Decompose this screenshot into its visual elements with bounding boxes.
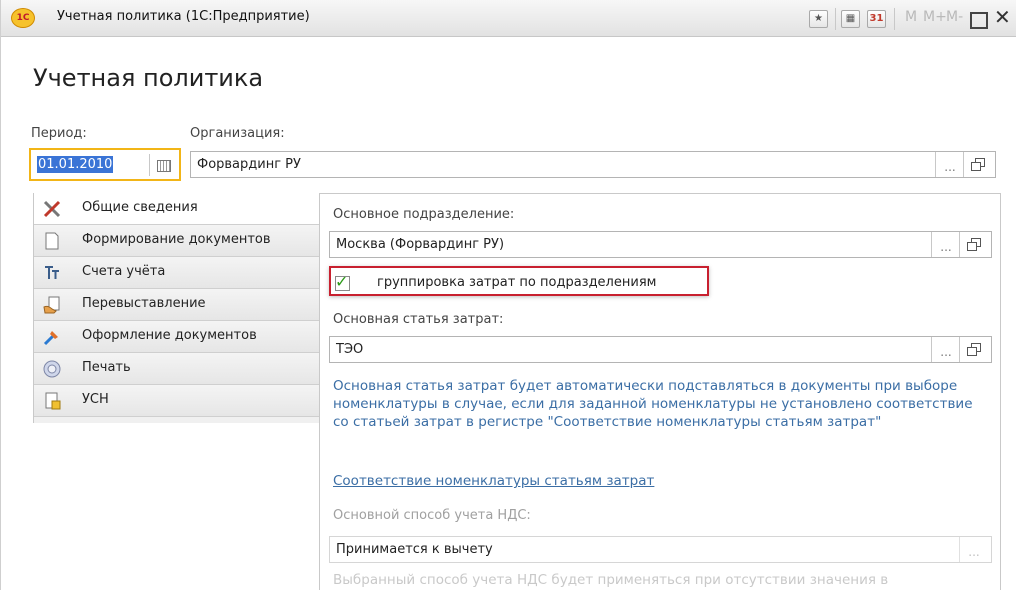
memory-m-button[interactable]: M	[905, 9, 917, 25]
cost-item-field[interactable]: ТЭО ...	[329, 336, 992, 363]
division-label: Основное подразделение:	[333, 207, 515, 222]
vat-select-button: ...	[959, 537, 988, 562]
toolbar-separator	[835, 8, 836, 30]
tab-label: Перевыставление	[82, 296, 206, 311]
organization-open-button[interactable]	[963, 152, 992, 177]
tab-usn[interactable]: УСН	[34, 385, 320, 417]
group-costs-checkbox[interactable]: ✓	[335, 272, 350, 291]
cost-item-label: Основная статья затрат:	[333, 312, 504, 327]
tab-label: Печать	[82, 360, 131, 375]
tab-documents-forming[interactable]: Формирование документов	[34, 225, 320, 257]
tab-reissue[interactable]: Перевыставление	[34, 289, 320, 321]
window-title: Учетная политика (1С:Предприятие)	[57, 9, 310, 24]
tab-label: Общие сведения	[82, 200, 198, 215]
vat-label: Основной способ учета НДС:	[333, 508, 531, 523]
vat-field: Принимается к вычету ...	[329, 536, 992, 563]
memory-minus-button[interactable]: M-	[946, 9, 963, 25]
cost-item-hint: Основная статья затрат будет автоматичес…	[333, 378, 973, 430]
cost-item-value: ТЭО	[336, 342, 364, 357]
vat-value: Принимается к вычету	[336, 542, 493, 557]
checkmark-icon: ✓	[335, 272, 349, 291]
period-field[interactable]: 01.01.2010	[29, 148, 181, 181]
app-logo-icon: 1С	[11, 8, 35, 28]
maximize-icon[interactable]	[970, 12, 988, 29]
open-icon-back	[967, 242, 977, 251]
tab-label: УСН	[82, 392, 109, 407]
period-value[interactable]: 01.01.2010	[37, 156, 114, 173]
print-icon	[43, 360, 61, 378]
division-select-button[interactable]: ...	[931, 232, 960, 257]
design-icon	[43, 331, 58, 346]
favorites-icon[interactable]: ★	[809, 10, 828, 28]
organization-value: Форвардинг РУ	[197, 157, 301, 172]
main-window: 1С Учетная политика (1С:Предприятие) ★ ▦…	[0, 0, 1016, 590]
organization-label: Организация:	[190, 126, 285, 141]
division-field[interactable]: Москва (Форвардинг РУ) ...	[329, 231, 992, 258]
open-icon-back	[971, 162, 981, 171]
tab-label: Формирование документов	[82, 232, 271, 247]
tab-print[interactable]: Печать	[34, 353, 320, 385]
tab-documents-design[interactable]: Оформление документов	[34, 321, 320, 353]
cost-item-select-button[interactable]: ...	[931, 337, 960, 362]
organization-field[interactable]: Форвардинг РУ ...	[190, 151, 996, 178]
cost-item-open-button[interactable]	[959, 337, 988, 362]
cost-mapping-link[interactable]: Соответствие номенклатуры статьям затрат	[333, 473, 654, 489]
toolbar-separator	[894, 8, 895, 30]
reissue-icon	[43, 296, 60, 314]
group-costs-label[interactable]: группировка затрат по подразделениям	[377, 275, 656, 290]
period-label: Период:	[31, 126, 87, 141]
accounts-icon	[45, 266, 59, 279]
tab-list: Общие сведения Формирование документов С…	[33, 193, 322, 423]
tools-icon	[43, 200, 61, 218]
memory-plus-button[interactable]: M+	[923, 9, 947, 25]
organization-select-button[interactable]: ...	[935, 152, 964, 177]
tab-accounts[interactable]: Счета учёта	[34, 257, 320, 289]
tab-general[interactable]: Общие сведения	[34, 193, 322, 225]
title-bar: 1С Учетная политика (1С:Предприятие) ★ ▦…	[1, 0, 1016, 37]
period-calendar-button[interactable]	[149, 154, 176, 176]
usn-icon	[45, 392, 61, 410]
document-icon	[45, 232, 59, 250]
calculator-icon[interactable]: ▦	[841, 10, 860, 28]
calendar-icon[interactable]: 31	[867, 10, 886, 28]
page-title: Учетная политика	[33, 64, 264, 92]
tab-label: Счета учёта	[82, 264, 166, 279]
division-open-button[interactable]	[959, 232, 988, 257]
vat-hint: Выбранный способ учета НДС будет применя…	[333, 572, 889, 588]
open-icon-back	[967, 347, 977, 356]
division-value: Москва (Форвардинг РУ)	[336, 237, 505, 252]
close-icon[interactable]: ✕	[994, 5, 1011, 29]
calendar-icon	[157, 160, 171, 172]
tab-label: Оформление документов	[82, 328, 257, 343]
